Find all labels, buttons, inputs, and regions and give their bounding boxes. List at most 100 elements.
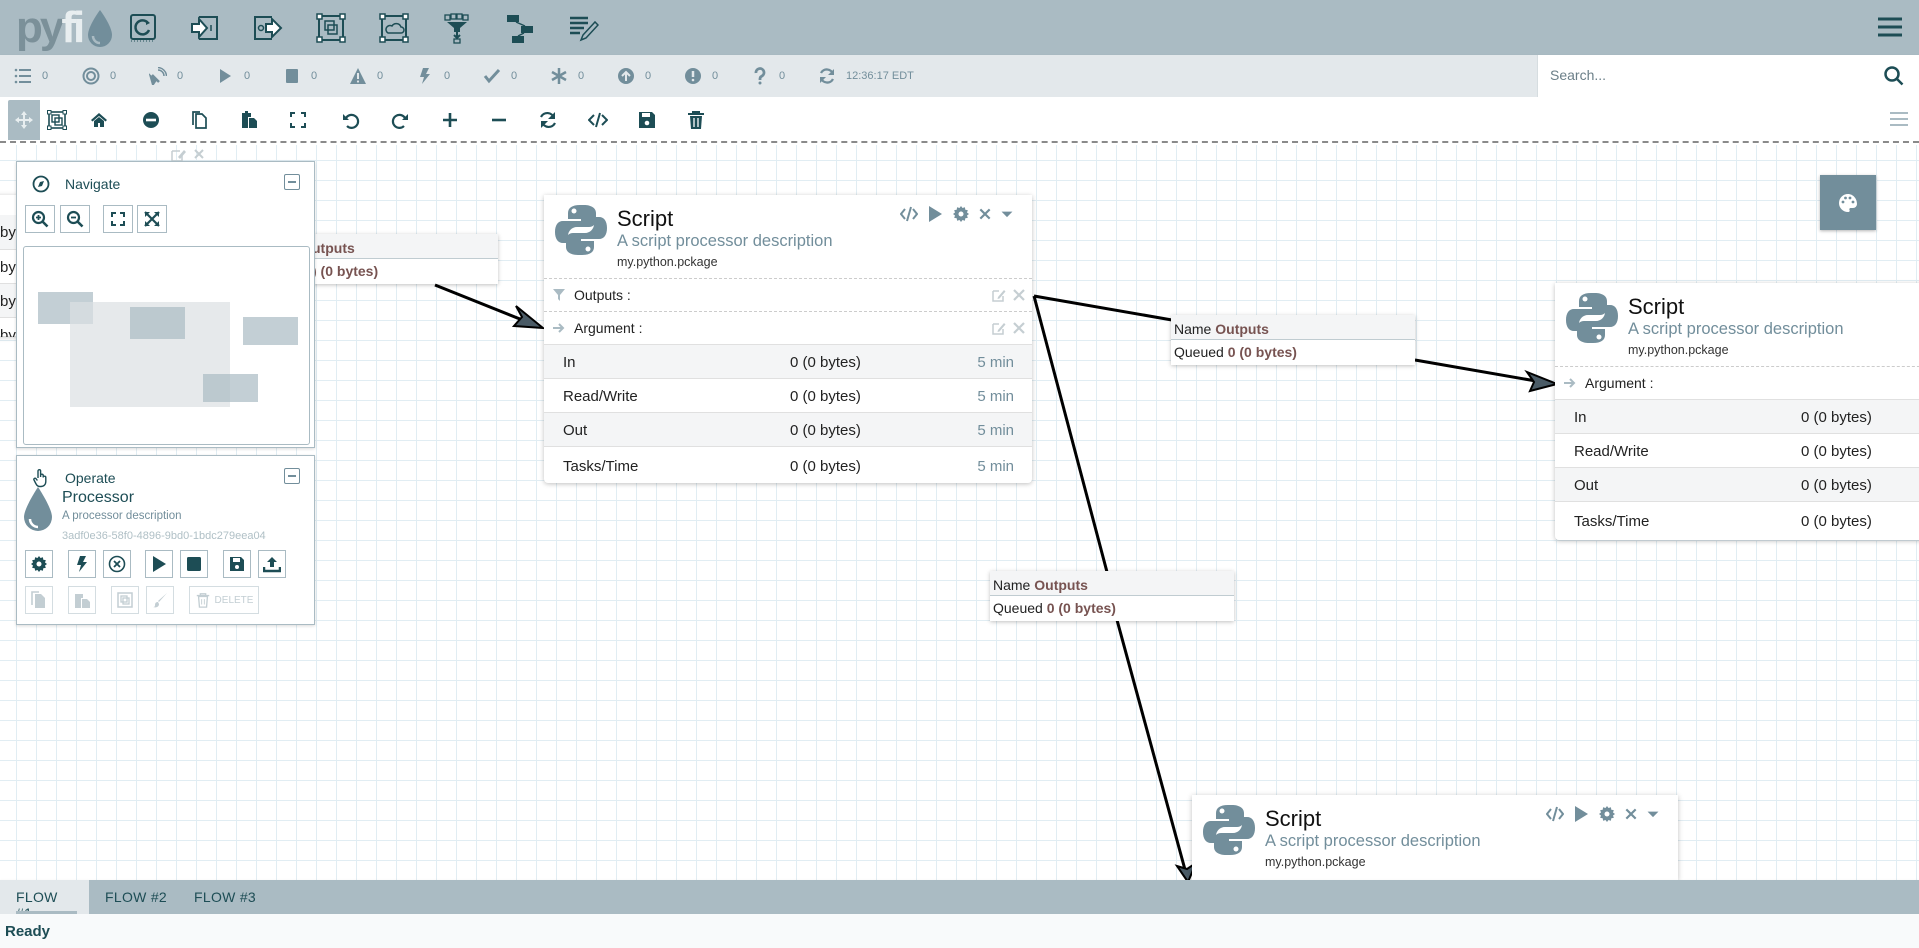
nav-fit-button[interactable]: [103, 205, 133, 233]
home-button[interactable]: [84, 105, 114, 135]
tab-flow-3[interactable]: FLOW #3: [178, 880, 272, 914]
top-bar: py fi: [0, 0, 1919, 55]
status-text: Ready: [5, 923, 51, 940]
logo-text-py: py: [16, 3, 64, 52]
zoom-out-button[interactable]: [484, 105, 514, 135]
disable-button[interactable]: [136, 105, 166, 135]
minimize-navigate-button[interactable]: [284, 174, 300, 190]
enable-button[interactable]: [68, 550, 96, 578]
port-outputs[interactable]: Outputs :: [544, 278, 1032, 311]
refresh-status[interactable]: 12:36:17 EDT: [818, 55, 914, 97]
birdseye-minimap[interactable]: [23, 246, 310, 445]
move-tool-button[interactable]: [8, 100, 40, 140]
paste-button-disabled: [68, 586, 96, 614]
input-port-icon[interactable]: [186, 9, 224, 47]
operate-panel: Operate Processor A processor descriptio…: [16, 455, 315, 625]
python-icon: [1566, 293, 1618, 343]
close-icon[interactable]: [1012, 288, 1026, 302]
upload-template-button[interactable]: [258, 550, 286, 578]
stat-value: 0 (0 bytes): [790, 388, 861, 405]
search-icon[interactable]: [1883, 65, 1905, 87]
connection-name: Outputs: [1215, 321, 1269, 337]
process-group-icon[interactable]: [312, 9, 350, 47]
tab-flow-1[interactable]: FLOW #1: [0, 880, 89, 921]
save-template-button[interactable]: [223, 550, 251, 578]
navigate-title: Navigate: [65, 176, 121, 192]
chevron-down-icon[interactable]: [1000, 205, 1014, 223]
stat-count: 0: [578, 70, 585, 82]
stop-button[interactable]: [180, 550, 208, 578]
node-actions: [900, 205, 1014, 223]
edit-icon[interactable]: [992, 288, 1006, 302]
stop-icon: [187, 557, 201, 571]
code-icon[interactable]: [900, 205, 918, 223]
stat-stale: 0: [617, 55, 651, 97]
search-box[interactable]: [1537, 55, 1919, 97]
play-icon[interactable]: [926, 205, 944, 223]
nav-zoom-in-button[interactable]: [25, 205, 55, 233]
stat-list: 0: [14, 55, 48, 97]
plus-icon: [443, 113, 457, 127]
code-icon[interactable]: [1546, 805, 1564, 823]
output-port-icon[interactable]: [249, 9, 287, 47]
script-node-bottom[interactable]: Script A script processor description my…: [1192, 795, 1678, 880]
label-icon[interactable]: [564, 9, 602, 47]
script-node-right[interactable]: Script A script processor description my…: [1555, 283, 1919, 540]
port-label: Argument :: [1585, 375, 1654, 391]
nav-actual-size-button[interactable]: [137, 205, 167, 233]
node-description: A script processor description: [1628, 320, 1844, 338]
fit-button[interactable]: [283, 105, 313, 135]
undo-button[interactable]: [336, 105, 366, 135]
close-icon[interactable]: [1624, 805, 1638, 823]
save-button[interactable]: [632, 105, 662, 135]
configure-button[interactable]: [25, 550, 53, 578]
connection-name: Outputs: [1034, 577, 1088, 593]
stat-count: 0: [42, 70, 49, 82]
play-icon[interactable]: [1572, 805, 1590, 823]
trash-icon: [196, 593, 209, 608]
disable-button[interactable]: [103, 550, 131, 578]
processor-icon[interactable]: [124, 9, 162, 47]
select-group-button[interactable]: [42, 105, 72, 135]
refresh-icon[interactable]: [818, 67, 836, 85]
port-argument[interactable]: Argument :: [544, 311, 1032, 344]
move-arrows-icon: [15, 111, 33, 129]
palette-button[interactable]: [1820, 175, 1876, 230]
refresh-button[interactable]: [533, 105, 563, 135]
chevron-down-icon[interactable]: [1646, 805, 1660, 823]
hamburger-menu-icon[interactable]: [1877, 16, 1903, 38]
gear-icon[interactable]: [952, 205, 970, 223]
connection-label[interactable]: Name Outputs Queued 0 (0 bytes): [990, 571, 1234, 621]
paste-button[interactable]: [234, 105, 264, 135]
minimize-operate-button[interactable]: [284, 468, 300, 484]
remote-process-group-icon[interactable]: [375, 9, 413, 47]
funnel-icon[interactable]: [438, 9, 476, 47]
close-icon[interactable]: [978, 205, 992, 223]
start-button[interactable]: [145, 550, 173, 578]
connection-label-partial[interactable]: utputs ) (0 bytes): [300, 234, 498, 284]
connection-label[interactable]: Name Outputs Queued 0 (0 bytes): [1171, 315, 1415, 365]
port-argument[interactable]: Argument :: [1555, 366, 1919, 399]
template-icon[interactable]: [501, 9, 539, 47]
edit-icon[interactable]: [992, 321, 1006, 335]
gear-icon[interactable]: [1598, 805, 1616, 823]
zoom-in-button[interactable]: [435, 105, 465, 135]
stat-value: 0 (0 bytes): [1801, 443, 1872, 460]
select-group-icon: [47, 110, 67, 130]
nav-zoom-out-button[interactable]: [60, 205, 90, 233]
script-node-main[interactable]: Script A script processor description my…: [544, 195, 1032, 483]
toolbar-menu-icon[interactable]: [1889, 111, 1909, 127]
minimap-node: [203, 374, 258, 402]
tab-flow-2[interactable]: FLOW #2: [89, 880, 183, 914]
minus-circle-icon: [143, 112, 159, 128]
redo-button[interactable]: [385, 105, 415, 135]
close-icon[interactable]: [1012, 321, 1026, 335]
delete-button[interactable]: [681, 105, 711, 135]
stat-invalid: 0: [349, 55, 383, 97]
copy-button[interactable]: [185, 105, 215, 135]
python-icon: [555, 205, 607, 255]
code-button[interactable]: [583, 105, 613, 135]
stat-time: 5 min: [977, 354, 1014, 371]
search-input[interactable]: [1550, 67, 1870, 83]
stat-row: In 0 (0 bytes) 5 min: [544, 344, 1032, 378]
